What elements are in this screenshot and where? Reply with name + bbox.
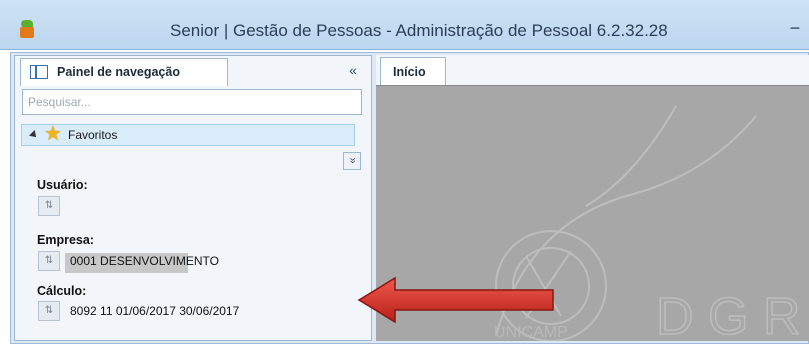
red-pointer-arrow xyxy=(357,276,554,324)
watermark-subtext: UNICAMP xyxy=(494,324,568,341)
minimize-button[interactable]: − xyxy=(784,18,806,40)
tab-navigation-panel[interactable]: Painel de navegação xyxy=(20,58,228,86)
watermark-text: D G R xyxy=(656,288,800,341)
tab-inicio-label: Início xyxy=(393,65,426,79)
collapse-panel-button[interactable]: « xyxy=(344,61,362,79)
expand-details-button[interactable]: » xyxy=(343,152,361,170)
favorites-tree-item[interactable]: ★ Favoritos xyxy=(21,124,355,146)
user-label: Usuário: xyxy=(37,178,88,192)
favorites-label: Favoritos xyxy=(68,128,118,142)
company-label: Empresa: xyxy=(37,233,94,247)
company-value: 0001 DESENVOLVIMENTO xyxy=(70,254,219,268)
navigation-panel-icon xyxy=(30,65,48,79)
search-input[interactable] xyxy=(22,89,362,115)
app-logo-icon[interactable] xyxy=(18,20,36,38)
user-context-button[interactable]: ⇅ xyxy=(38,196,60,216)
company-context-button[interactable]: ⇅ xyxy=(38,251,60,271)
window-title: Senior | Gestão de Pessoas - Administraç… xyxy=(170,21,668,40)
calculation-context-button[interactable]: ⇅ xyxy=(38,301,60,321)
chevron-double-down-icon: » xyxy=(346,157,359,164)
expand-arrow-icon[interactable] xyxy=(29,130,39,140)
calculation-label: Cálculo: xyxy=(37,284,87,298)
calculation-value: 8092 11 01/06/2017 30/06/2017 xyxy=(70,304,240,318)
title-bar: Senior | Gestão de Pessoas - Administraç… xyxy=(0,0,809,50)
tab-inicio[interactable]: Início xyxy=(380,57,446,85)
star-icon: ★ xyxy=(44,123,62,145)
navigation-panel: Painel de navegação « ★ Favoritos » Usuá… xyxy=(14,55,372,341)
tab-navigation-panel-label: Painel de navegação xyxy=(57,65,180,79)
